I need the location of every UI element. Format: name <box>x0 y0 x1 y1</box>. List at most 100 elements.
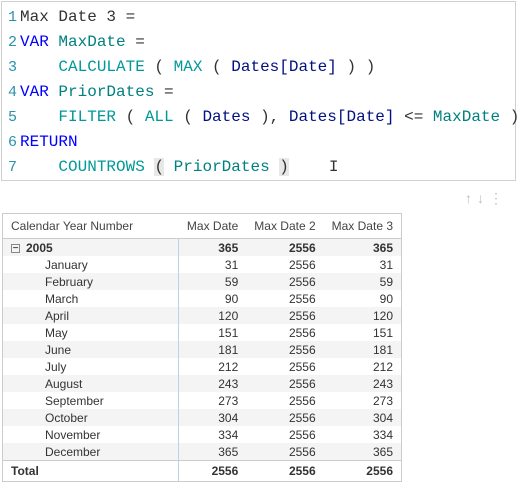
code-line[interactable]: 2VAR MaxDate = <box>2 30 515 55</box>
line-number: 6 <box>2 130 20 155</box>
cell-value: 90 <box>324 290 401 307</box>
cell-value: 2556 <box>246 256 323 273</box>
cell-value: 243 <box>179 375 246 392</box>
line-number: 4 <box>2 80 20 105</box>
code-content: CALCULATE ( MAX ( Dates[Date] ) ) <box>20 55 375 80</box>
row-label: July <box>3 358 179 375</box>
month-row[interactable]: December3652556365 <box>3 443 401 461</box>
arrow-up-icon[interactable]: ↑ <box>465 190 477 206</box>
row-label: December <box>3 443 179 461</box>
line-number: 3 <box>2 55 20 80</box>
cell-value: 2556 <box>246 307 323 324</box>
cell-value: 120 <box>179 307 246 324</box>
row-label: August <box>3 375 179 392</box>
cell-value: 2556 <box>246 426 323 443</box>
cell-value: 212 <box>179 358 246 375</box>
collapse-icon[interactable]: − <box>11 244 20 253</box>
row-label: May <box>3 324 179 341</box>
cell-value: 334 <box>324 426 401 443</box>
code-line[interactable]: 5 FILTER ( ALL ( Dates ), Dates[Date] <=… <box>2 105 515 130</box>
cell-value: 2556 <box>246 461 323 482</box>
cell-value: 2556 <box>324 461 401 482</box>
row-label: January <box>3 256 179 273</box>
row-label: Total <box>3 461 179 482</box>
row-label: October <box>3 409 179 426</box>
cell-value: 2556 <box>246 324 323 341</box>
cell-value: 120 <box>324 307 401 324</box>
cell-value: 365 <box>324 443 401 461</box>
table-body: −20053652556365January31255631February59… <box>3 239 401 482</box>
cell-value: 365 <box>179 443 246 461</box>
code-line[interactable]: 7 COUNTROWS ( PriorDates )I <box>2 155 515 180</box>
month-row[interactable]: July2122556212 <box>3 358 401 375</box>
cell-value: 181 <box>324 341 401 358</box>
month-row[interactable]: June1812556181 <box>3 341 401 358</box>
cell-value: 365 <box>179 239 246 257</box>
cell-value: 2556 <box>246 409 323 426</box>
code-content: Max Date 3 = <box>20 5 145 30</box>
row-label: April <box>3 307 179 324</box>
cell-value: 31 <box>179 256 246 273</box>
data-table: Calendar Year Number Max Date Max Date 2… <box>3 214 401 481</box>
cell-value: 2556 <box>246 443 323 461</box>
dax-editor[interactable]: 1Max Date 3 = 2VAR MaxDate =3 CALCULATE … <box>1 1 516 181</box>
month-row[interactable]: January31255631 <box>3 256 401 273</box>
col-header-maxdate[interactable]: Max Date <box>179 214 246 239</box>
code-content: FILTER ( ALL ( Dates ), Dates[Date] <= M… <box>20 105 519 130</box>
line-number: 7 <box>2 155 20 180</box>
cell-value: 59 <box>324 273 401 290</box>
month-row[interactable]: March90255690 <box>3 290 401 307</box>
code-line[interactable]: 6RETURN <box>2 130 515 155</box>
row-label: June <box>3 341 179 358</box>
cell-value: 151 <box>179 324 246 341</box>
cell-value: 90 <box>179 290 246 307</box>
nav-controls: ↑↓⋮ <box>0 182 520 213</box>
cell-value: 365 <box>324 239 401 257</box>
code-content: VAR PriorDates = <box>20 80 174 105</box>
month-row[interactable]: September2732556273 <box>3 392 401 409</box>
cell-value: 2556 <box>246 392 323 409</box>
code-content: VAR MaxDate = <box>20 30 145 55</box>
cell-value: 2556 <box>246 273 323 290</box>
cell-value: 2556 <box>246 358 323 375</box>
row-label: March <box>3 290 179 307</box>
month-row[interactable]: April1202556120 <box>3 307 401 324</box>
cell-value: 151 <box>324 324 401 341</box>
row-label: −2005 <box>3 239 179 257</box>
code-line[interactable]: 1Max Date 3 = <box>2 5 515 30</box>
month-row[interactable]: May1512556151 <box>3 324 401 341</box>
row-label: November <box>3 426 179 443</box>
cell-value: 304 <box>179 409 246 426</box>
cell-value: 59 <box>179 273 246 290</box>
year-row[interactable]: −20053652556365 <box>3 239 401 257</box>
arrow-down-icon[interactable]: ↓ <box>477 190 489 206</box>
cell-value: 2556 <box>179 461 246 482</box>
line-number: 5 <box>2 105 20 130</box>
code-line[interactable]: 4VAR PriorDates = <box>2 80 515 105</box>
menu-icon[interactable]: ⋮ <box>489 190 508 206</box>
text-cursor-icon: I <box>329 158 339 176</box>
col-header-maxdate3[interactable]: Max Date 3 <box>324 214 401 239</box>
month-row[interactable]: August2432556243 <box>3 375 401 392</box>
col-header-year[interactable]: Calendar Year Number <box>3 214 179 239</box>
cell-value: 273 <box>179 392 246 409</box>
cell-value: 2556 <box>246 341 323 358</box>
month-row[interactable]: February59255659 <box>3 273 401 290</box>
row-label: February <box>3 273 179 290</box>
cell-value: 181 <box>179 341 246 358</box>
line-number: 1 <box>2 5 20 30</box>
cell-value: 31 <box>324 256 401 273</box>
col-header-maxdate2[interactable]: Max Date 2 <box>246 214 323 239</box>
month-row[interactable]: October3042556304 <box>3 409 401 426</box>
cell-value: 334 <box>179 426 246 443</box>
month-row[interactable]: November3342556334 <box>3 426 401 443</box>
line-number: 2 <box>2 30 20 55</box>
code-line[interactable]: 3 CALCULATE ( MAX ( Dates[Date] ) ) <box>2 55 515 80</box>
matrix-visual[interactable]: Calendar Year Number Max Date Max Date 2… <box>2 213 402 482</box>
cell-value: 304 <box>324 409 401 426</box>
row-label: September <box>3 392 179 409</box>
cell-value: 2556 <box>246 239 323 257</box>
cell-value: 243 <box>324 375 401 392</box>
cell-value: 273 <box>324 392 401 409</box>
total-row[interactable]: Total255625562556 <box>3 461 401 482</box>
